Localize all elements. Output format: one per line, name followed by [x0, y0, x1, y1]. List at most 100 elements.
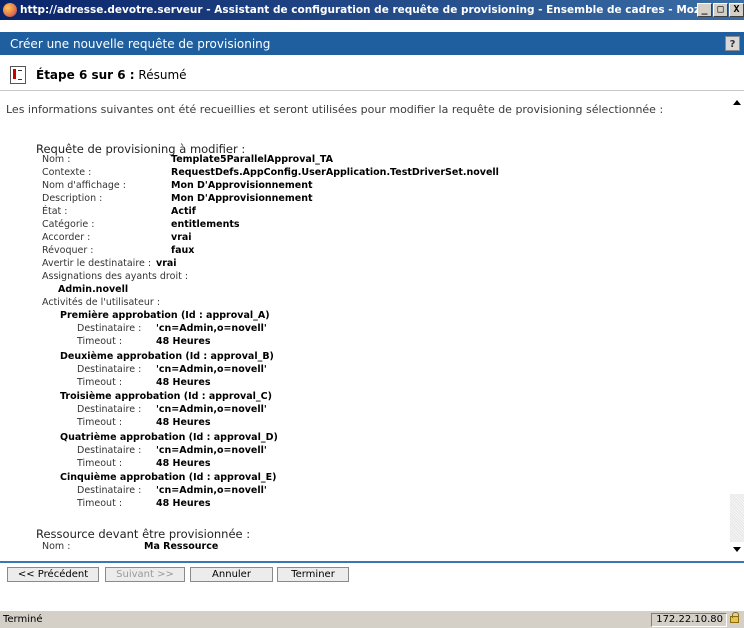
field-value: faux — [171, 245, 195, 256]
activity-recipient-row: Destinataire : 'cn=Admin,o=novell' — [77, 404, 477, 416]
field-row: État : Actif — [42, 206, 642, 218]
scroll-up-button[interactable] — [730, 96, 744, 110]
wizard-header: Créer une nouvelle requête de provisioni… — [0, 32, 744, 55]
activity-timeout-row: Timeout : 48 Heures — [77, 417, 477, 429]
activity-recipient-row: Destinataire : 'cn=Admin,o=novell' — [77, 323, 477, 335]
field-value: Ma Ressource — [144, 541, 219, 552]
window-titlebar: http://adresse.devotre.serveur - Assista… — [0, 0, 744, 20]
field-value: 48 Heures — [156, 417, 211, 428]
window-controls: _ □ X — [697, 3, 744, 17]
activity-timeout-row: Timeout : 48 Heures — [77, 336, 477, 348]
field-value: Mon D'Approvisionnement — [171, 180, 313, 191]
field-label: État : — [42, 206, 68, 217]
maximize-button[interactable]: □ — [713, 3, 728, 17]
scroll-thumb[interactable] — [730, 110, 744, 494]
field-label: Destinataire : — [77, 363, 142, 375]
arrow-down-icon — [733, 547, 741, 552]
field-value: entitlements — [171, 219, 240, 230]
field-value: vrai — [156, 258, 177, 269]
field-label: Description : — [42, 193, 103, 204]
field-value: Actif — [171, 206, 196, 217]
close-button[interactable]: X — [729, 3, 744, 17]
summary-icon — [10, 66, 26, 84]
step-label: Étape 6 sur 6 : — [36, 68, 135, 82]
field-label: Destinataire : — [77, 404, 142, 415]
field-value: 48 Heures — [156, 498, 211, 509]
activities-label: Activités de l'utilisateur : — [42, 297, 161, 308]
field-value: 48 Heures — [156, 376, 211, 388]
field-row: Catégorie : entitlements — [42, 219, 642, 231]
vertical-scrollbar[interactable] — [730, 96, 744, 556]
activity-recipient-row: Destinataire : 'cn=Admin,o=novell' — [77, 485, 477, 497]
field-label: Contexte : — [42, 167, 92, 178]
activity-title: Cinquième approbation (Id : approval_E) — [60, 472, 277, 483]
activity-title: Deuxième approbation (Id : approval_B) — [60, 350, 274, 362]
field-value: 'cn=Admin,o=novell' — [156, 485, 267, 496]
resource-section-title: Ressource devant être provisionnée : — [36, 527, 251, 541]
status-bar: Terminé 172.22.10.80 — [0, 610, 744, 628]
field-label: Timeout : — [77, 457, 123, 469]
field-label: Destinataire : — [77, 485, 142, 496]
field-label: Timeout : — [77, 376, 123, 388]
finish-button[interactable]: Terminer — [277, 567, 349, 582]
activity-timeout-row: Timeout : 48 Heures — [77, 458, 477, 470]
arrow-up-icon — [733, 100, 741, 105]
step-name: Résumé — [138, 68, 187, 82]
field-row: Accorder : vrai — [42, 232, 642, 244]
field-label: Destinataire : — [77, 323, 142, 334]
notify-row: Avertir le destinataire : vrai — [42, 258, 442, 270]
field-label: Nom d'affichage : — [42, 180, 127, 191]
field-value: RequestDefs.AppConfig.UserApplication.Te… — [171, 167, 499, 178]
field-label: Nom : — [42, 154, 71, 165]
previous-button[interactable]: << Précédent — [7, 567, 99, 582]
activity-title: Quatrième approbation (Id : approval_D) — [60, 431, 278, 443]
activity-title: Première approbation (Id : approval_A) — [60, 310, 270, 321]
activity-recipient-row: Destinataire : 'cn=Admin,o=novell' — [77, 445, 477, 457]
field-row: Révoquer : faux — [42, 245, 642, 257]
firefox-icon — [3, 3, 17, 17]
field-value: 'cn=Admin,o=novell' — [156, 404, 267, 415]
lock-icon — [730, 612, 739, 623]
minimize-button[interactable]: _ — [697, 3, 712, 17]
field-row: Description : Mon D'Approvisionnement — [42, 193, 642, 205]
cancel-button[interactable]: Annuler — [190, 567, 273, 582]
field-label: Nom : — [42, 541, 71, 552]
resource-name-row: Nom : Ma Ressource — [42, 541, 442, 553]
wizard-title: Créer une nouvelle requête de provisioni… — [10, 36, 271, 51]
field-label: Destinataire : — [77, 444, 142, 456]
field-value: 'cn=Admin,o=novell' — [156, 323, 267, 334]
field-value: 48 Heures — [156, 457, 211, 469]
field-row: Contexte : RequestDefs.AppConfig.UserAppl… — [42, 167, 642, 179]
field-label: Catégorie : — [42, 219, 95, 230]
status-text: Terminé — [3, 614, 43, 625]
field-value: vrai — [171, 232, 192, 243]
field-label: Timeout : — [77, 417, 123, 428]
divider — [0, 90, 744, 91]
assignments-label: Assignations des ayants droit : — [42, 271, 189, 282]
intro-text: Les informations suivantes ont été recue… — [6, 103, 664, 116]
field-label: Révoquer : — [42, 245, 94, 256]
field-value: 48 Heures — [156, 336, 211, 347]
activity-title: Troisième approbation (Id : approval_C) — [60, 391, 272, 402]
field-value: Mon D'Approvisionnement — [171, 193, 313, 204]
field-row: Nom d'affichage : Mon D'Approvisionnement — [42, 180, 642, 192]
scroll-down-button[interactable] — [730, 542, 744, 556]
field-value: 'cn=Admin,o=novell' — [156, 363, 267, 375]
assignments-value: Admin.novell — [58, 284, 129, 295]
step-indicator: Étape 6 sur 6 : Résumé — [0, 60, 744, 90]
status-host: 172.22.10.80 — [651, 613, 727, 627]
help-button[interactable]: ? — [725, 36, 740, 51]
field-label: Timeout : — [77, 498, 123, 509]
activity-timeout-row: Timeout : 48 Heures — [77, 498, 477, 510]
activity-recipient-row: Destinataire : 'cn=Admin,o=novell' — [77, 364, 477, 376]
field-value: Template5ParallelApproval_TA — [171, 154, 333, 165]
activity-timeout-row: Timeout : 48 Heures — [77, 377, 477, 389]
field-label: Accorder : — [42, 232, 91, 243]
field-label: Timeout : — [77, 336, 123, 347]
field-row: Nom : Template5ParallelApproval_TA — [42, 154, 642, 166]
next-button[interactable]: Suivant >> — [105, 567, 185, 582]
field-label: Avertir le destinataire : — [42, 258, 152, 269]
footer-divider — [0, 561, 744, 563]
field-value: 'cn=Admin,o=novell' — [156, 444, 267, 456]
window-title: http://adresse.devotre.serveur - Assista… — [20, 4, 697, 16]
